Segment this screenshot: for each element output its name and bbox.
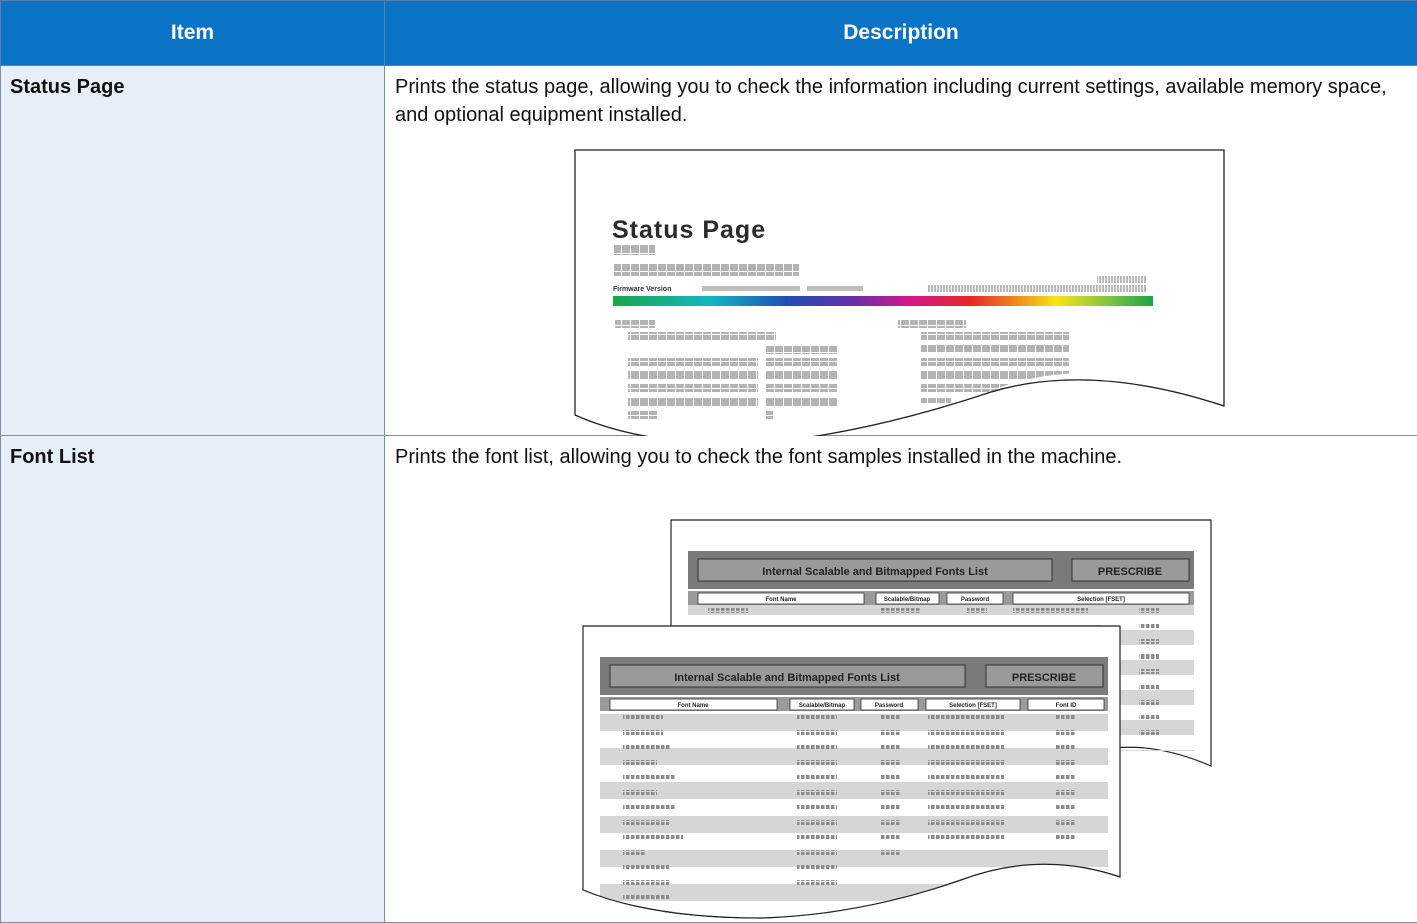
settings-table: Item Description Status Page Prints the …	[0, 0, 1417, 923]
col-selection: Selection [FSET]	[1077, 597, 1125, 603]
description-text: Prints the status page, allowing you to …	[385, 66, 1417, 129]
col-scalable: Scalable/Bitmap	[884, 597, 931, 603]
placeholder-block	[614, 264, 799, 276]
item-cell: Font List	[1, 436, 385, 923]
column-header-description: Description	[385, 1, 1417, 66]
col-selection: Selection [FSET]	[949, 703, 997, 709]
firmware-label: Firmware Version	[613, 286, 671, 293]
description-text: Prints the font list, allowing you to ch…	[385, 436, 1417, 471]
description-cell: Prints the font list, allowing you to ch…	[385, 436, 1417, 923]
front-banner: Internal Scalable and Bitmapped Fonts Li…	[674, 672, 900, 684]
item-label: Status Page	[1, 66, 384, 99]
back-banner: Internal Scalable and Bitmapped Fonts Li…	[762, 566, 988, 578]
col-password: Password	[875, 703, 904, 709]
back-prescribe: PRESCRIBE	[1098, 566, 1162, 578]
item-cell: Status Page	[1, 66, 385, 436]
col-password: Password	[961, 597, 990, 603]
color-bar	[613, 296, 1153, 306]
col-font-name: Font Name	[677, 703, 709, 709]
font-list-illustration: Internal Scalable and Bitmapped Fonts Li…	[385, 484, 1417, 922]
column-header-item: Item	[1, 1, 385, 66]
status-page-illustration: Status Page Firmware Version	[385, 146, 1417, 436]
item-label: Font List	[1, 436, 384, 469]
table-header-row: Item Description	[1, 1, 1417, 66]
front-prescribe: PRESCRIBE	[1012, 672, 1076, 684]
status-page-title: Status Page	[612, 216, 766, 244]
table-row: Status Page Prints the status page, allo…	[1, 66, 1417, 436]
table-row: Font List Prints the font list, allowing…	[1, 436, 1417, 923]
description-cell: Prints the status page, allowing you to …	[385, 66, 1417, 436]
placeholder-block	[614, 244, 655, 255]
col-font-id: Font ID	[1056, 703, 1077, 709]
col-font-name: Font Name	[765, 597, 797, 603]
col-scalable: Scalable/Bitmap	[799, 703, 846, 709]
